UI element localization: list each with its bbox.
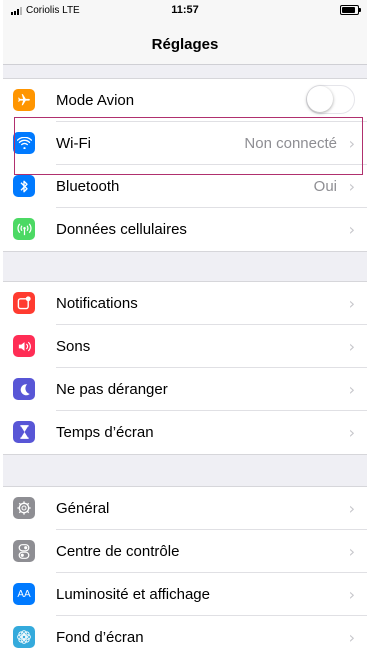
settings-row-luminosite[interactable]: AA Luminosité et affichage ›	[3, 573, 367, 616]
notifications-icon	[13, 292, 35, 314]
settings-row-label: Bluetooth	[56, 178, 120, 195]
settings-row-label: Mode Avion	[56, 92, 135, 109]
airplane-icon	[13, 89, 35, 111]
settings-row-label: Temps d’écran	[56, 424, 154, 441]
settings-row-label: Données cellulaires	[56, 221, 187, 238]
settings-row-mode-avion[interactable]: Mode Avion	[3, 79, 367, 122]
text-size-icon: AA	[13, 583, 35, 605]
hourglass-icon	[13, 421, 35, 443]
mode-avion-toggle[interactable]	[306, 85, 355, 114]
settings-row-ne-pas-deranger[interactable]: Ne pas déranger ›	[3, 368, 367, 411]
chevron-right-icon: ›	[348, 220, 355, 239]
flower-icon	[13, 626, 35, 648]
chevron-right-icon: ›	[348, 542, 355, 561]
battery-icon	[340, 5, 361, 15]
settings-row-label: Fond d’écran	[56, 629, 144, 646]
settings-row-temps-ecran[interactable]: Temps d’écran ›	[3, 411, 367, 454]
status-bar: Coriolis LTE 11:57	[3, 0, 367, 20]
settings-row-sons[interactable]: Sons ›	[3, 325, 367, 368]
navigation-bar: Réglages	[3, 20, 367, 65]
settings-group-general: Général › Centre de contrôle › AA Lumino…	[3, 486, 367, 649]
settings-row-label: Centre de contrôle	[56, 543, 180, 560]
chevron-right-icon: ›	[348, 585, 355, 604]
settings-row-centre-controle[interactable]: Centre de contrôle ›	[3, 530, 367, 573]
page-title: Réglages	[151, 36, 219, 53]
moon-icon	[13, 378, 35, 400]
settings-row-donnees-cellulaires[interactable]: Données cellulaires ›	[3, 208, 367, 251]
settings-row-fond-ecran[interactable]: Fond d’écran ›	[3, 616, 367, 649]
bluetooth-status-value: Oui	[313, 178, 337, 195]
settings-row-label: Luminosité et affichage	[56, 586, 210, 603]
settings-row-label: Ne pas déranger	[56, 381, 168, 398]
chevron-right-icon: ›	[348, 294, 355, 313]
clock: 11:57	[171, 4, 199, 16]
chevron-right-icon: ›	[348, 134, 355, 153]
settings-row-wifi[interactable]: Wi-Fi Non connecté ›	[3, 122, 367, 165]
switches-icon	[13, 540, 35, 562]
settings-row-label: Notifications	[56, 295, 138, 312]
gear-icon	[13, 497, 35, 519]
chevron-right-icon: ›	[348, 177, 355, 196]
settings-group-notifications: Notifications › Sons › Ne pas déranger ›…	[3, 281, 367, 455]
settings-screen: Coriolis LTE 11:57 Réglages Mode Avion W…	[3, 0, 367, 649]
settings-row-label: Wi-Fi	[56, 135, 91, 152]
settings-row-label: Général	[56, 500, 110, 517]
chevron-right-icon: ›	[348, 337, 355, 356]
speaker-icon	[13, 335, 35, 357]
settings-row-general[interactable]: Général ›	[3, 487, 367, 530]
chevron-right-icon: ›	[348, 499, 355, 518]
settings-row-label: Sons	[56, 338, 91, 355]
wifi-status-value: Non connecté	[244, 135, 337, 152]
settings-group-connectivity: Mode Avion Wi-Fi Non connecté › Bluetoot…	[3, 78, 367, 252]
settings-row-bluetooth[interactable]: Bluetooth Oui ›	[3, 165, 367, 208]
bluetooth-icon	[13, 175, 35, 197]
cellular-icon	[13, 218, 35, 240]
chevron-right-icon: ›	[348, 628, 355, 647]
settings-row-notifications[interactable]: Notifications ›	[3, 282, 367, 325]
wifi-icon	[13, 132, 35, 154]
chevron-right-icon: ›	[348, 423, 355, 442]
chevron-right-icon: ›	[348, 380, 355, 399]
